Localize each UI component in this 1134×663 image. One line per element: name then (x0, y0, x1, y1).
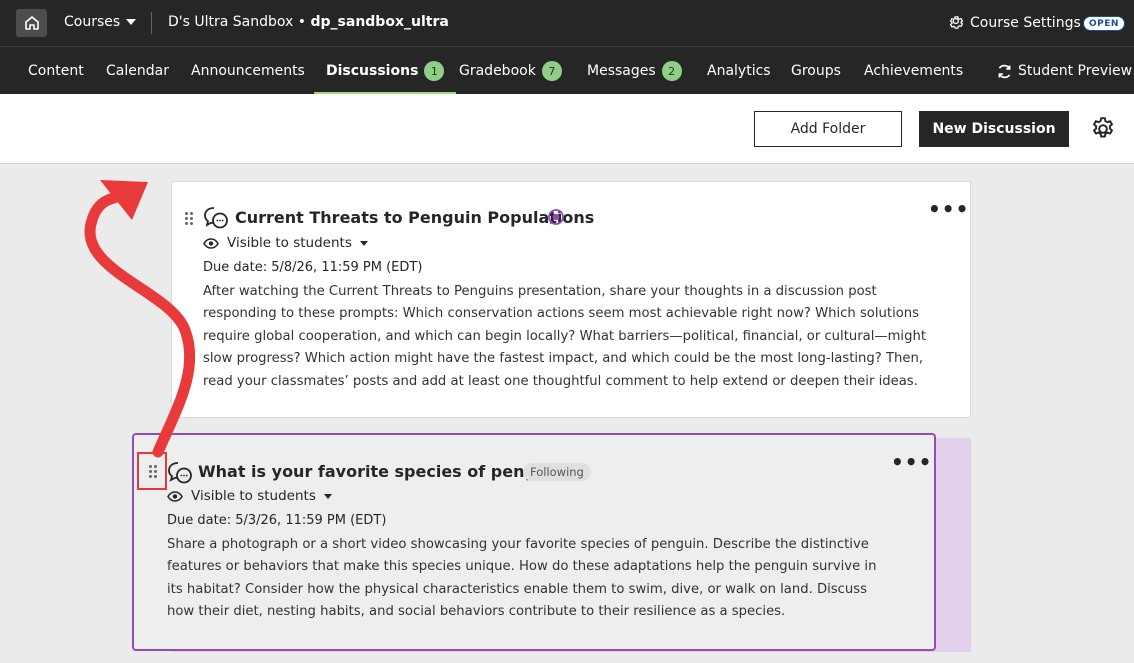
tab-analytics[interactable]: Analytics (707, 47, 771, 95)
course-status-badge: OPEN (1083, 16, 1125, 31)
tab-count-badge: 1 (424, 61, 445, 81)
tab-gradebook[interactable]: Gradebook 7 (459, 47, 562, 95)
following-badge: Following (523, 463, 591, 481)
tab-content[interactable]: Content (28, 47, 84, 95)
tab-label: Gradebook (459, 63, 536, 79)
tab-label: Discussions (326, 63, 419, 79)
tab-label: Calendar (106, 63, 169, 79)
discussion-description: Share a photograph or a short video show… (167, 537, 877, 620)
discussion-icon (204, 207, 228, 229)
tab-label: Content (28, 63, 84, 79)
discussion-icon (168, 462, 192, 484)
divider (151, 12, 152, 34)
add-folder-button[interactable]: Add Folder (754, 111, 902, 147)
drag-handle-icon[interactable] (185, 212, 193, 226)
tab-label: Announcements (191, 63, 305, 79)
discussion-title[interactable]: What is your favorite species of penguin… (198, 462, 574, 481)
tab-discussions[interactable]: Discussions 1 (313, 47, 457, 95)
discussion-card[interactable]: Current Threats to Penguin Populations V… (171, 181, 971, 418)
home-button[interactable] (16, 9, 47, 37)
tab-achievements[interactable]: Achievements (864, 47, 963, 95)
tab-count-badge: 2 (661, 61, 682, 81)
gear-icon (949, 16, 964, 29)
tab-label: Groups (791, 63, 841, 79)
annotation-highlight-box (137, 452, 167, 490)
discussions-toolbar: Add Folder New Discussion (0, 94, 1134, 164)
courses-label: Courses (64, 14, 121, 30)
tab-label: Achievements (864, 63, 964, 79)
gear-icon[interactable] (1090, 116, 1116, 142)
discussion-description: After watching the Current Threats to Pe… (203, 284, 926, 389)
chevron-down-icon (359, 240, 368, 246)
tab-groups[interactable]: Groups (791, 47, 841, 95)
visibility-label: Visible to students (227, 235, 352, 251)
chevron-down-icon (323, 493, 332, 499)
course-settings-button[interactable]: Course Settings (948, 14, 1081, 31)
course-nav: Content Calendar Announcements Discussio… (0, 46, 1134, 95)
course-name: D's Ultra Sandbox (168, 14, 294, 30)
chevron-down-icon (126, 19, 137, 25)
student-preview-button[interactable]: Student Preview (996, 47, 1132, 95)
courses-menu[interactable]: Courses (64, 14, 137, 30)
breadcrumb-separator: • (293, 14, 311, 30)
tab-calendar[interactable]: Calendar (106, 47, 169, 95)
tab-label: Messages (587, 63, 656, 79)
course-breadcrumb[interactable]: D's Ultra Sandbox • dp_sandbox_ultra (168, 14, 449, 30)
tab-count-badge: 7 (541, 61, 562, 81)
due-date: Due date: 5/3/26, 11:59 PM (EDT) (167, 513, 387, 528)
discussion-title[interactable]: Current Threats to Penguin Populations (235, 208, 594, 227)
more-options-icon[interactable]: ••• (891, 452, 932, 472)
top-bar: Courses D's Ultra Sandbox • dp_sandbox_u… (0, 0, 1134, 46)
tab-messages[interactable]: Messages 2 (587, 47, 682, 95)
eye-icon (203, 237, 219, 249)
visibility-dropdown[interactable]: Visible to students (203, 235, 368, 251)
visibility-label: Visible to students (191, 488, 316, 504)
course-id: dp_sandbox_ultra (310, 14, 449, 30)
new-discussion-button[interactable]: New Discussion (919, 111, 1069, 147)
student-preview-label: Student Preview (1018, 63, 1133, 79)
visibility-dropdown[interactable]: Visible to students (167, 488, 332, 504)
refresh-icon (998, 64, 1011, 78)
more-options-icon[interactable]: ••• (928, 199, 969, 219)
eye-icon (167, 490, 183, 502)
due-date: Due date: 5/8/26, 11:59 PM (EDT) (203, 260, 423, 275)
unread-icon (548, 209, 564, 225)
tab-announcements[interactable]: Announcements (191, 47, 305, 95)
home-icon (24, 16, 39, 30)
course-settings-label: Course Settings (970, 14, 1081, 31)
tab-label: Analytics (707, 63, 771, 79)
discussion-card-dragging[interactable]: What is your favorite species of penguin… (132, 433, 936, 651)
